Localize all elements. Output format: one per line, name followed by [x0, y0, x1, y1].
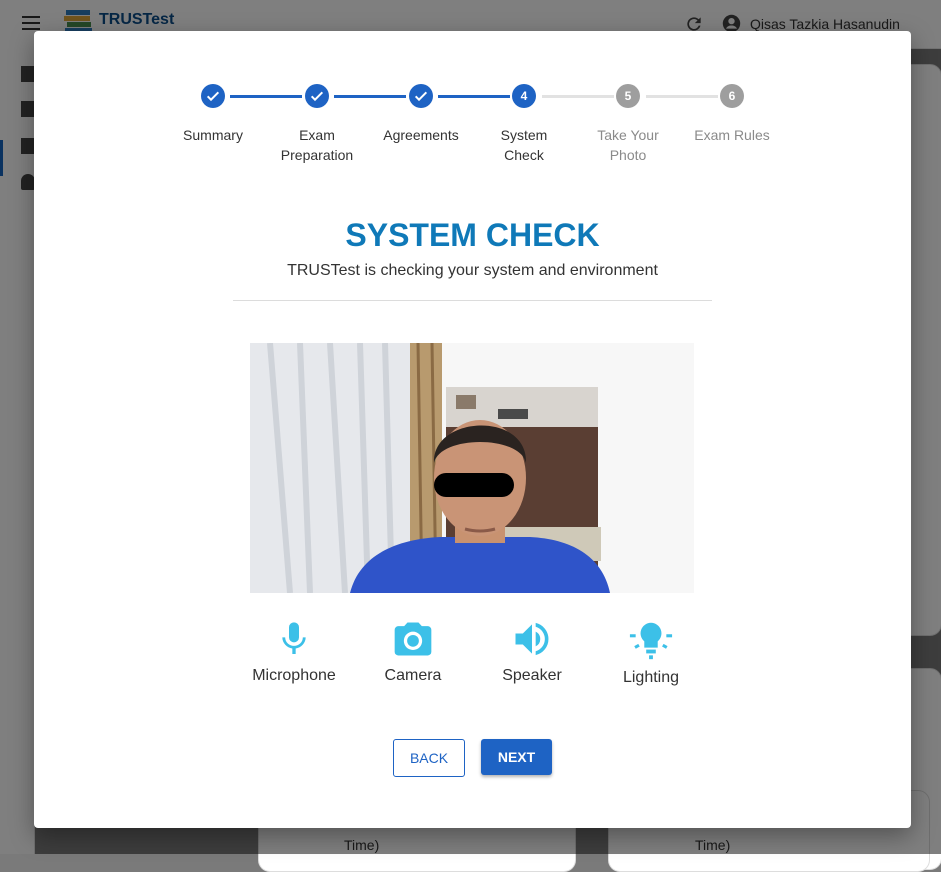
step-connector: [542, 95, 614, 98]
step-1-label: Summary: [183, 127, 243, 143]
page-title: SYSTEM CHECK: [345, 217, 600, 253]
speaker-check: Speaker: [477, 617, 587, 685]
check-icon: [310, 91, 324, 102]
check-icon: [206, 91, 220, 102]
back-button[interactable]: BACK: [393, 739, 465, 777]
camera-label: Camera: [384, 667, 442, 684]
step-4-circle: 4: [512, 84, 536, 108]
camera-icon: [394, 622, 432, 656]
step-3-circle: [409, 84, 433, 108]
lightbulb-icon: [629, 622, 673, 660]
webcam-preview: [250, 343, 694, 593]
lighting-check: Lighting: [596, 617, 706, 687]
step-connector: [230, 95, 302, 98]
microphone-label: Microphone: [252, 667, 336, 684]
system-check-dialog: Summary Exam Preparation Agreements 4 Sys…: [34, 31, 911, 828]
step-3-label: Agreements: [383, 127, 459, 143]
camera-check: Camera: [358, 617, 468, 685]
step-5-circle: 5: [616, 84, 640, 108]
check-icon: [414, 91, 428, 102]
step-connector: [334, 95, 406, 98]
exam-stepper: Summary Exam Preparation Agreements 4 Sys…: [34, 31, 911, 201]
step-6-label: Exam Rules: [694, 127, 770, 143]
step-1-circle: [201, 84, 225, 108]
next-button[interactable]: NEXT: [481, 739, 552, 775]
step-5-label: Take Your Photo: [597, 127, 659, 163]
microphone-check: Microphone: [239, 617, 349, 685]
step-4-label: System Check: [500, 127, 548, 163]
page-subtitle: TRUSTest is checking your system and env…: [287, 262, 658, 279]
speaker-icon: [515, 622, 549, 656]
step-6-circle: 6: [720, 84, 744, 108]
divider: [233, 300, 712, 301]
microphone-icon: [282, 622, 306, 654]
step-2-label: Exam Preparation: [280, 127, 354, 163]
webcam-feed-image: [250, 343, 694, 593]
system-check-indicators: Microphone Camera Speaker Lighting: [34, 617, 911, 697]
step-connector: [438, 95, 510, 98]
speaker-label: Speaker: [502, 667, 562, 684]
step-connector: [646, 95, 718, 98]
lighting-label: Lighting: [622, 669, 680, 686]
step-2-circle: [305, 84, 329, 108]
